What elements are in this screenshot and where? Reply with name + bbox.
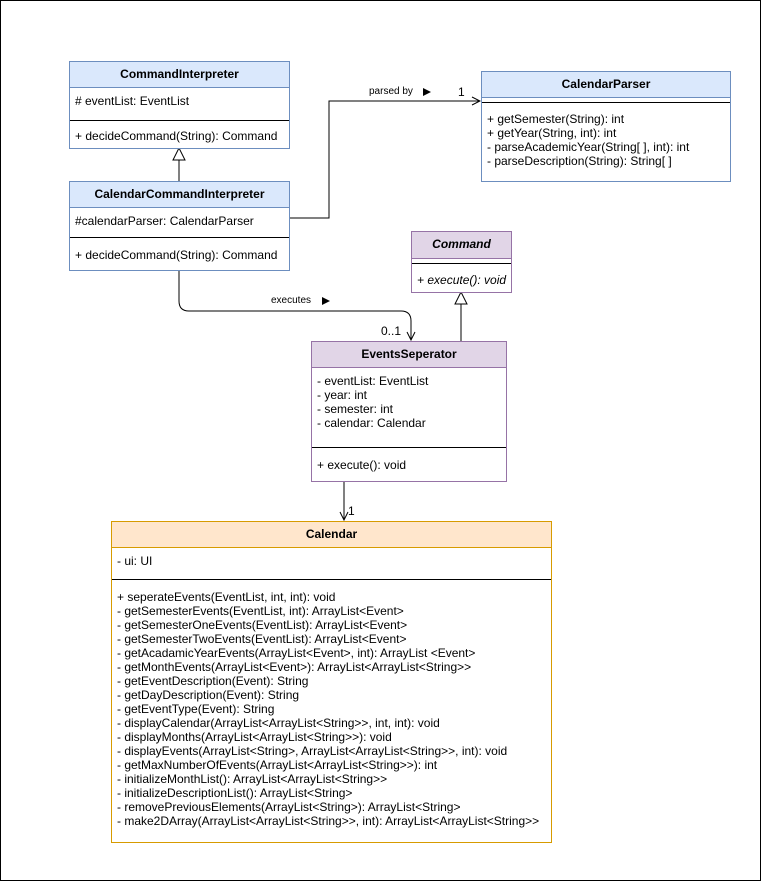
attribute: - year: int <box>317 388 368 402</box>
method: + execute(): void <box>317 458 407 472</box>
method: - parseDescription(String): String[ ] <box>487 154 672 168</box>
method: - getSemesterOneEvents(EventList): Array… <box>117 618 408 632</box>
attribute: - calendar: Calendar <box>317 416 426 430</box>
parsed-by-direction-icon <box>423 88 431 96</box>
method: - displayCalendar(ArrayList<ArrayList<St… <box>117 716 440 730</box>
class-name: EventsSeperator <box>312 342 506 368</box>
methods: + seperateEvents(EventList, int, int): v… <box>112 580 551 832</box>
executes-multiplicity: 0..1 <box>381 324 402 338</box>
method: - removePreviousElements(ArrayList<Strin… <box>117 800 461 814</box>
method: - getDayDescription(Event): String <box>117 688 300 702</box>
inheritance-cci-to-ci <box>172 146 186 181</box>
class-command-interpreter[interactable]: CommandInterpreter # eventList: EventLis… <box>69 61 290 149</box>
executes-label: executes <box>271 295 312 306</box>
attribute: #calendarParser: CalendarParser <box>75 214 254 228</box>
class-name: CalendarParser <box>482 72 730 98</box>
method: + decideCommand(String): Command <box>75 248 278 262</box>
method: - getSemesterTwoEvents(EventList): Array… <box>117 632 407 646</box>
uml-class-diagram: parsed by 1 executes 0..1 1 CommandInter… <box>0 0 761 881</box>
attributes: - ui: UI <box>112 548 551 579</box>
method: + getSemester(String): int <box>487 112 625 126</box>
attribute: - semester: int <box>317 402 394 416</box>
parsed-by-label: parsed by <box>369 86 413 97</box>
attributes: - eventList: EventList - year: int - sem… <box>312 368 506 447</box>
class-calendar[interactable]: Calendar - ui: UI + seperateEvents(Event… <box>111 521 552 843</box>
method: - getEventDescription(Event): String <box>117 674 309 688</box>
executes-direction-icon <box>322 297 330 305</box>
class-calendar-command-interpreter[interactable]: CalendarCommandInterpreter #calendarPars… <box>69 181 290 271</box>
method: - getSemesterEvents(EventList, int): Arr… <box>117 604 404 618</box>
method: - initializeMonthList(): ArrayList<Array… <box>117 772 388 786</box>
association-parsed-by <box>290 101 480 219</box>
method: - make2DArray(ArrayList<ArrayList<String… <box>117 814 540 828</box>
method: - displayMonths(ArrayList<ArrayList<Stri… <box>117 730 392 744</box>
class-name: Calendar <box>112 522 551 548</box>
class-calendar-parser[interactable]: CalendarParser + getSemester(String): in… <box>481 71 731 182</box>
attribute: # eventList: EventList <box>75 94 190 108</box>
attribute: - eventList: EventList <box>317 374 429 388</box>
method: - getEventType(Event): String <box>117 702 275 716</box>
calendar-multiplicity: 1 <box>348 504 355 518</box>
method: + seperateEvents(EventList, int, int): v… <box>117 590 336 604</box>
method: - getMonthEvents(ArrayList<Event>): Arra… <box>117 660 472 674</box>
method: - getMaxNumberOfEvents(ArrayList<ArrayLi… <box>117 758 438 772</box>
methods: + execute(): void <box>312 448 506 476</box>
class-events-seperator[interactable]: EventsSeperator - eventList: EventList -… <box>311 341 507 482</box>
methods: + decideCommand(String): Command <box>70 238 289 266</box>
method: - parseAcademicYear(String[ ], int): int <box>487 140 690 154</box>
method: - getAcadamicYearEvents(ArrayList<Event>… <box>117 646 476 660</box>
attributes: # eventList: EventList <box>70 88 289 120</box>
class-name: CalendarCommandInterpreter <box>70 182 289 208</box>
class-name: CommandInterpreter <box>70 62 289 88</box>
methods: + decideCommand(String): Command <box>70 121 289 147</box>
attributes: #calendarParser: CalendarParser <box>70 208 289 237</box>
method: - initializeDescriptionList(): ArrayList… <box>117 786 353 800</box>
attribute: - ui: UI <box>117 554 153 568</box>
class-name: Command <box>412 232 511 259</box>
method: + decideCommand(String): Command <box>75 129 278 143</box>
class-command[interactable]: Command + execute(): void <box>411 231 512 293</box>
inheritance-es-to-command <box>454 290 468 341</box>
method: + getYear(String, int): int <box>487 126 617 140</box>
methods: + execute(): void <box>412 264 511 291</box>
method: + execute(): void <box>417 273 507 287</box>
methods: + getSemester(String): int + getYear(Str… <box>482 103 730 172</box>
parsed-by-multiplicity: 1 <box>458 85 465 99</box>
method: - displayEvents(ArrayList<String>, Array… <box>117 744 508 758</box>
